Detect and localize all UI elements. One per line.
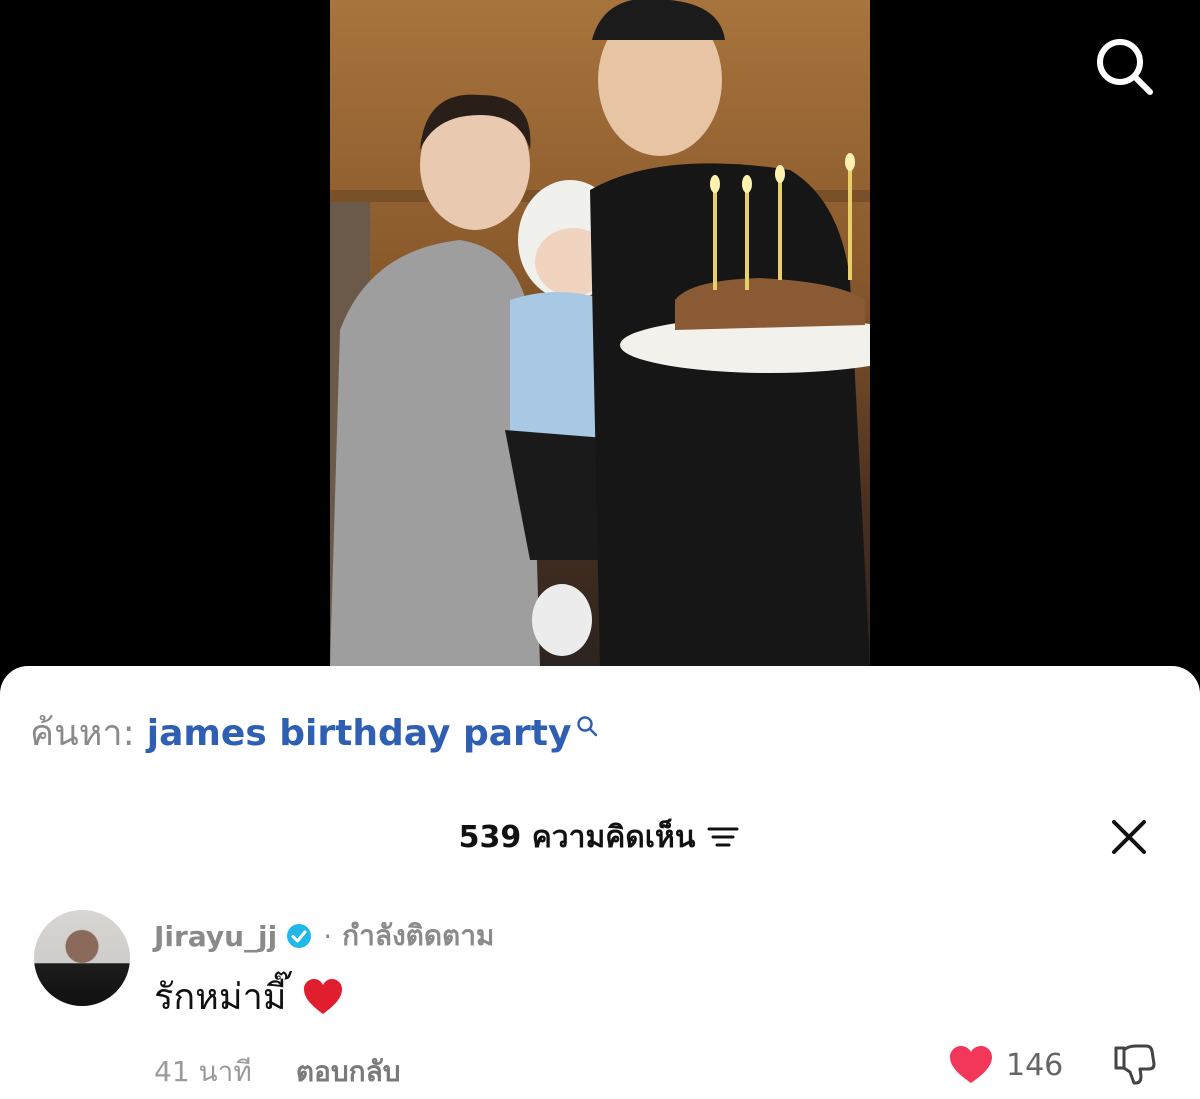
search-icon (1097, 39, 1153, 95)
comment-username[interactable]: Jirayu_jj (154, 920, 277, 953)
comment-time: 41 นาที (154, 1055, 252, 1088)
verified-badge-icon (287, 924, 312, 948)
red-heart-emoji-icon (303, 978, 342, 1014)
search-suggestion-link[interactable]: ค้นหา: james birthday party (30, 712, 599, 756)
heart-icon (950, 1046, 992, 1083)
avatar[interactable] (34, 910, 130, 1006)
comments-header: 539 ความคิดเห็น (0, 812, 1200, 862)
comment-item: Jirayu_jj · กำลังติดตาม รักหม่ามี๊ 41 นา… (0, 910, 1200, 1090)
like-count: 146 (1006, 1047, 1064, 1083)
comments-sheet: ค้นหา: james birthday party 539 ความคิดเ… (0, 666, 1200, 1099)
search-suggestion-query[interactable]: james birthday party (147, 712, 572, 756)
close-icon (1112, 820, 1146, 854)
like-button[interactable]: 146 (948, 1044, 1063, 1086)
follow-status: กำลังติดตาม (342, 919, 495, 952)
reply-button[interactable]: ตอบกลับ (296, 1050, 401, 1094)
search-button[interactable] (1088, 30, 1160, 102)
comment-footer: 41 นาที ตอบกลับ (154, 1050, 401, 1094)
dislike-button[interactable] (1110, 1040, 1158, 1088)
close-comments-button[interactable] (1106, 814, 1152, 860)
comment-body: รักหม่ามี๊ (154, 977, 287, 1018)
search-suggestion-prefix: ค้นหา: (30, 713, 135, 754)
meta-separator: · (323, 919, 333, 953)
sort-icon[interactable] (705, 822, 741, 852)
comment-meta: Jirayu_jj · กำลังติดตาม (154, 914, 494, 958)
comments-count-title: 539 ความคิดเห็น (458, 819, 696, 855)
comment-text: รักหม่ามี๊ (154, 968, 345, 1025)
video-player[interactable] (0, 0, 1200, 700)
thumbs-down-icon (1114, 1044, 1156, 1085)
search-icon (577, 716, 598, 737)
video-frame[interactable] (330, 0, 870, 666)
video-thumbnail-image (330, 0, 870, 666)
